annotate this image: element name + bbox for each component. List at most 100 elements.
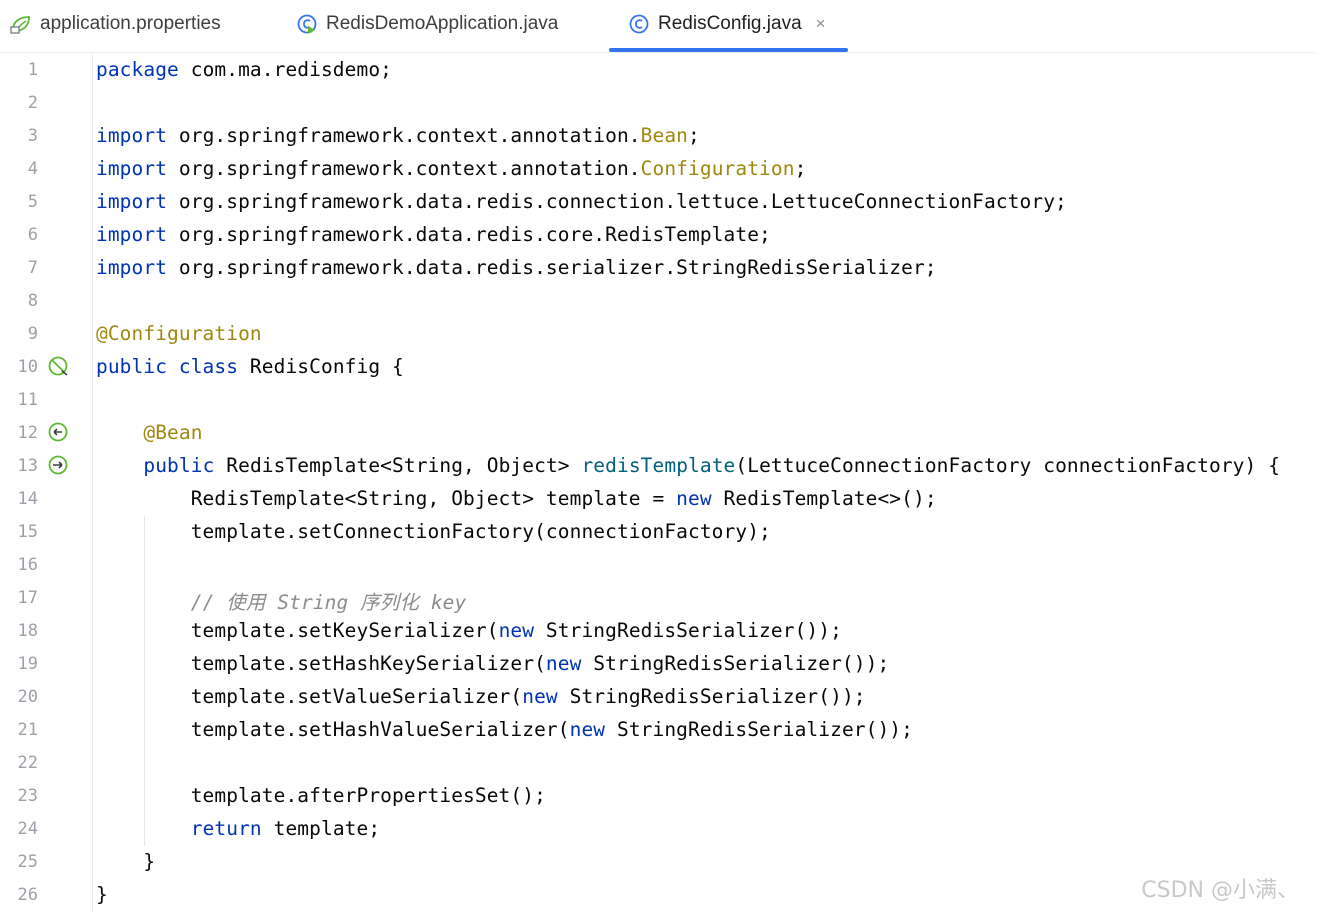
spring-leaf-icon [10, 16, 30, 34]
code-token: import [96, 124, 168, 147]
line-number: 13 [17, 456, 38, 476]
code-text: } [96, 850, 155, 873]
code-token: template; [261, 817, 381, 840]
code-token: import [96, 256, 168, 279]
code-line[interactable]: 13 public RedisTemplate<String, Object> … [0, 450, 1317, 483]
code-token: Configuration [640, 157, 795, 180]
bean-icon[interactable] [47, 421, 69, 443]
code-token: template.setHashKeySerializer( [96, 652, 546, 675]
tab-redis-demo-application[interactable]: RedisDemoApplication.java [296, 0, 558, 48]
line-number: 6 [27, 225, 38, 245]
code-token: (LettuceConnectionFactory connectionFact… [735, 454, 1281, 477]
code-text: template.setConnectionFactory(connection… [96, 520, 771, 543]
code-token: template.setValueSerializer( [96, 685, 523, 708]
code-line[interactable]: 22 [0, 747, 1317, 780]
code-token: @Bean [143, 421, 203, 444]
code-token: org.springframework.context.annotation. [167, 157, 641, 180]
code-line[interactable]: 26} [0, 879, 1317, 912]
code-token: new [569, 718, 606, 741]
code-line[interactable]: 18 template.setKeySerializer(new StringR… [0, 615, 1317, 648]
code-text: import org.springframework.context.annot… [96, 124, 700, 147]
code-line[interactable]: 12 @Bean [0, 417, 1317, 450]
line-number: 21 [17, 720, 38, 740]
line-number: 10 [17, 357, 38, 377]
code-token: RedisTemplate<String, Object> template = [96, 487, 677, 510]
code-line[interactable]: 20 template.setValueSerializer(new Strin… [0, 681, 1317, 714]
line-number: 14 [17, 489, 38, 509]
code-line[interactable]: 25 } [0, 846, 1317, 879]
code-token: StringRedisSerializer()); [557, 685, 866, 708]
code-line[interactable]: 2 [0, 87, 1317, 120]
code-token: template.setConnectionFactory(connection… [96, 520, 771, 543]
tab-redis-config[interactable]: RedisConfig.java × [628, 0, 826, 48]
code-line[interactable]: 10 public class RedisConfig { [0, 351, 1317, 384]
line-number: 16 [17, 555, 38, 575]
code-token: org.springframework.data.redis.serialize… [167, 256, 937, 279]
code-line[interactable]: 8 [0, 285, 1317, 318]
code-text: template.afterPropertiesSet(); [96, 784, 546, 807]
bean-config-icon[interactable] [47, 355, 69, 377]
code-line[interactable]: 9 @Configuration [0, 318, 1317, 351]
code-text: public class RedisConfig { [96, 355, 404, 378]
code-line[interactable]: 19 template.setHashKeySerializer(new Str… [0, 648, 1317, 681]
code-token: template.setKeySerializer( [96, 619, 499, 642]
code-line[interactable]: 17 // 使用 String 序列化 key [0, 582, 1317, 615]
code-line[interactable]: 11 [0, 384, 1317, 417]
code-token: Bean [640, 124, 689, 147]
code-token: import [96, 190, 168, 213]
code-line[interactable]: 5 import org.springframework.data.redis.c… [0, 186, 1317, 219]
line-number: 20 [17, 687, 38, 707]
tab-label: RedisDemoApplication.java [326, 13, 559, 34]
code-token: StringRedisSerializer()); [581, 652, 890, 675]
bean-method-icon[interactable] [47, 454, 69, 476]
line-number: 25 [17, 852, 38, 872]
class-icon [629, 14, 649, 34]
code-token: } [96, 883, 108, 906]
line-number: 8 [27, 291, 38, 311]
active-tab-indicator [609, 48, 848, 52]
code-line[interactable]: 6 import org.springframework.data.redis.c… [0, 219, 1317, 252]
code-text: template.setKeySerializer(new StringRedi… [96, 619, 842, 642]
close-icon[interactable]: × [816, 14, 826, 34]
code-line[interactable]: 21 template.setHashValueSerializer(new S… [0, 714, 1317, 747]
code-token: new [522, 685, 558, 708]
line-number: 15 [17, 522, 38, 542]
code-token: template.setHashValueSerializer( [96, 718, 570, 741]
code-text: import org.springframework.data.redis.co… [96, 190, 1067, 213]
code-text: template.setHashKeySerializer(new String… [96, 652, 889, 675]
code-token: org.springframework.data.redis.connectio… [167, 190, 1067, 213]
code-editor[interactable]: 1 package com.ma.redisdemo; 2 3 import org.s… [0, 54, 1317, 912]
code-text: package com.ma.redisdemo; [96, 58, 392, 81]
code-line[interactable]: 15 template.setConnectionFactory(connect… [0, 516, 1317, 549]
code-token: new [498, 619, 535, 642]
code-line[interactable]: 3 import org.springframework.context.anno… [0, 120, 1317, 153]
code-line[interactable]: 7 import org.springframework.data.redis.s… [0, 252, 1317, 285]
code-token: import [96, 157, 168, 180]
code-line[interactable]: 23 template.afterPropertiesSet(); [0, 780, 1317, 813]
code-token: } [96, 850, 156, 873]
code-line[interactable]: 14 RedisTemplate<String, Object> templat… [0, 483, 1317, 516]
line-number: 7 [27, 258, 38, 278]
code-line[interactable]: 16 [0, 549, 1317, 582]
code-text: import org.springframework.data.redis.se… [96, 256, 937, 279]
code-line[interactable]: 4 import org.springframework.context.anno… [0, 153, 1317, 186]
code-token: // 使用 String 序列化 key [190, 591, 467, 614]
code-text: template.setValueSerializer(new StringRe… [96, 685, 866, 708]
line-number: 3 [27, 126, 38, 146]
code-text: public RedisTemplate<String, Object> red… [96, 454, 1280, 477]
tab-label: application.properties [40, 13, 221, 34]
code-token: new [676, 487, 712, 510]
code-token: template.afterPropertiesSet(); [96, 784, 546, 807]
code-token: RedisTemplate<String, Object> [214, 454, 582, 477]
tab-application-properties[interactable]: application.properties [10, 0, 221, 48]
code-text: // 使用 String 序列化 key [96, 586, 467, 615]
tab-label: RedisConfig.java [658, 13, 802, 34]
code-line[interactable]: 1 package com.ma.redisdemo; [0, 54, 1317, 87]
line-number: 17 [17, 588, 38, 608]
line-number: 22 [17, 753, 38, 773]
code-text: template.setHashValueSerializer(new Stri… [96, 718, 913, 741]
code-line[interactable]: 24 return template; [0, 813, 1317, 846]
editor-tab-bar: application.properties RedisDemoApplicat… [0, 0, 1317, 53]
